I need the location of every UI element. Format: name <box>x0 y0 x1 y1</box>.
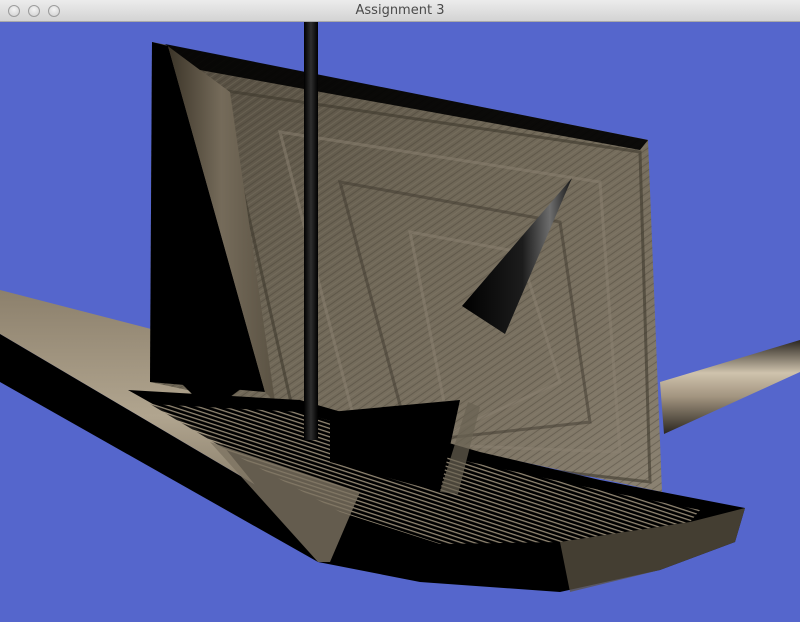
scene-canvas[interactable] <box>0 22 800 622</box>
mast-pole <box>304 22 318 440</box>
opengl-viewport[interactable] <box>0 22 800 622</box>
window-title: Assignment 3 <box>355 3 445 18</box>
title-bar[interactable]: Assignment 3 <box>0 0 800 22</box>
app-window: Assignment 3 <box>0 0 800 622</box>
